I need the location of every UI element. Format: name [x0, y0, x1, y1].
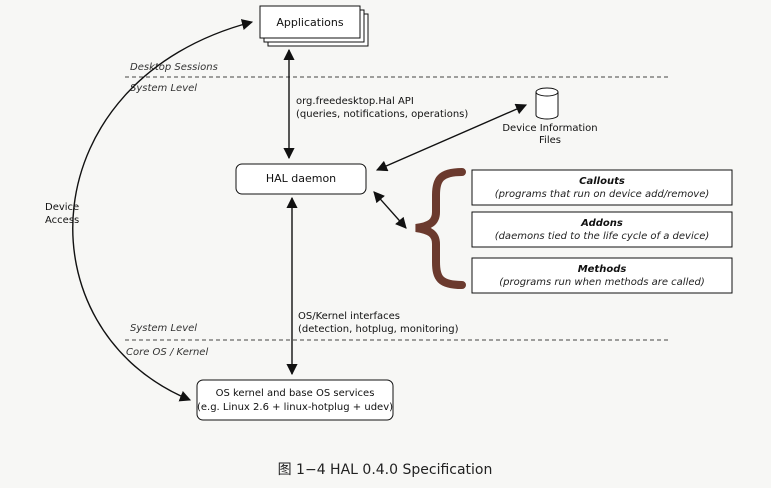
callouts-node: Callouts (programs that run on device ad… [471, 169, 733, 206]
methods-node: Methods (programs run when methods are c… [471, 257, 733, 294]
zone-system-level-top: System Level [130, 83, 197, 94]
device-access-label-2: Access [45, 215, 79, 226]
extensions-brace [415, 168, 466, 289]
hal-daemon-node: HAL daemon [235, 163, 367, 195]
methods-desc: (programs run when methods are called) [499, 277, 705, 288]
hal-daemon-label: HAL daemon [266, 172, 336, 185]
device-access-label-1: Device [45, 202, 79, 213]
zone-system-level-bottom: System Level [130, 323, 197, 334]
hal-extensions-arrow [373, 191, 407, 229]
zone-desktop-sessions: Desktop Sessions [130, 62, 218, 73]
device-info-label-2: Files [539, 135, 561, 146]
device-access-arc [72, 19, 254, 402]
hal-api-label-1: org.freedesktop.Hal API [296, 96, 414, 107]
os-kernel-node: OS kernel and base OS services (e.g. Lin… [196, 379, 394, 421]
methods-title: Methods [578, 264, 627, 275]
addons-node: Addons (daemons tied to the life cycle o… [471, 211, 733, 248]
os-kernel-label-1: OS kernel and base OS services [216, 388, 375, 399]
os-kernel-label-2: (e.g. Linux 2.6 + linux-hotplug + udev) [197, 402, 393, 413]
applications-label: Applications [276, 16, 343, 29]
hal-api-label-2: (queries, notifications, operations) [296, 109, 468, 120]
figure-caption: 图 1−4 HAL 0.4.0 Specification [278, 462, 493, 478]
device-info-label-1: Device Information [502, 123, 597, 134]
applications-node: Applications [259, 5, 369, 47]
callouts-title: Callouts [579, 176, 625, 187]
hal-architecture-figure: Desktop Sessions System Level System Lev… [0, 0, 771, 488]
kernel-if-label-1: OS/Kernel interfaces [298, 311, 400, 322]
hal-diagram: Desktop Sessions System Level System Lev… [45, 5, 733, 478]
addons-desc: (daemons tied to the life cycle of a dev… [495, 231, 710, 242]
zone-core-os: Core OS / Kernel [126, 347, 208, 358]
callouts-desc: (programs that run on device add/remove) [495, 189, 710, 200]
kernel-if-label-2: (detection, hotplug, monitoring) [298, 324, 459, 335]
addons-title: Addons [580, 218, 623, 229]
device-information-files-node: Device Information Files [502, 87, 598, 146]
